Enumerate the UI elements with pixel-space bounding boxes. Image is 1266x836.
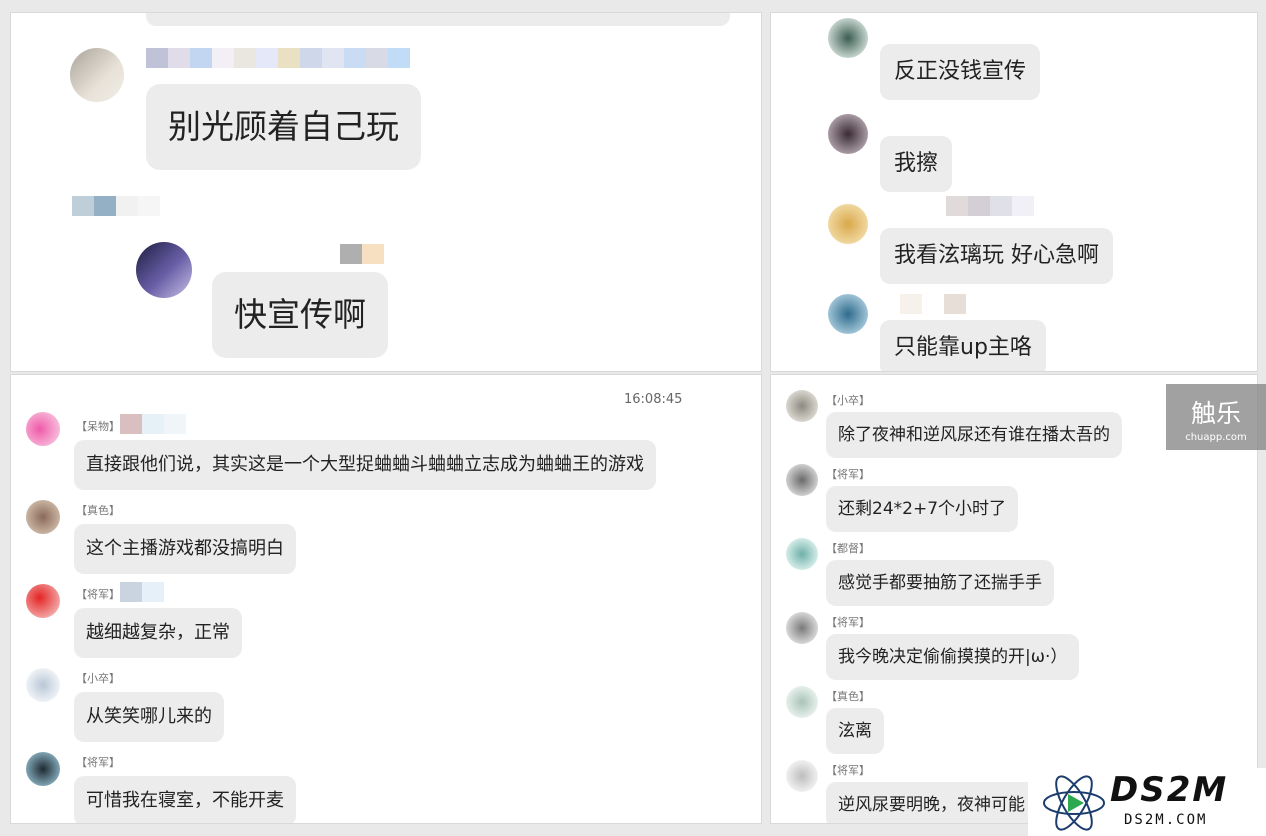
message-bubble: 快宣传啊 [212, 272, 388, 358]
avatar[interactable] [136, 242, 192, 298]
username-blurred [120, 582, 164, 602]
message-bubble: 别光顾着自己玩 [146, 84, 421, 170]
user-tag: 【将军】 [826, 616, 870, 629]
avatar[interactable] [70, 48, 124, 102]
avatar[interactable] [786, 390, 818, 422]
avatar[interactable] [786, 464, 818, 496]
timestamp: 16:08:45 [624, 392, 683, 407]
watermark-en: chuapp.com [1185, 432, 1247, 443]
chat-panel-bottom-left: 16:08:45 【呆物】 直接跟他们说，其实这是一个大型捉蛐蛐斗蛐蛐立志成为蛐… [10, 374, 762, 824]
user-tag: 【小卒】 [826, 394, 870, 407]
avatar[interactable] [26, 668, 60, 702]
username-blurred [340, 244, 384, 264]
chat-panel-top-left: 别光顾着自己玩 快宣传啊 [10, 12, 762, 372]
username-blurred [900, 294, 966, 314]
username-blurred [72, 196, 160, 216]
avatar[interactable] [786, 538, 818, 570]
chat-panel-top-right: 反正没钱宣传 我擦 我看泫璃玩 好心急啊 只能靠up主咯 [770, 12, 1258, 372]
message-bubble: 直接跟他们说，其实这是一个大型捉蛐蛐斗蛐蛐立志成为蛐蛐王的游戏 [74, 440, 656, 490]
user-tag: 【小卒】 [76, 672, 120, 685]
message-bubble-cut [146, 12, 730, 26]
avatar[interactable] [26, 752, 60, 786]
message-bubble: 这个主播游戏都没搞明白 [74, 524, 296, 574]
message-bubble: 只能靠up主咯 [880, 320, 1046, 372]
username-blurred [946, 196, 1034, 216]
avatar[interactable] [786, 760, 818, 792]
avatar[interactable] [26, 500, 60, 534]
message-bubble: 可惜我在寝室，不能开麦 [74, 776, 296, 824]
user-tag: 【都督】 [826, 542, 870, 555]
user-tag: 【真色】 [76, 504, 120, 517]
user-tag: 【将军】 [826, 468, 870, 481]
ds2m-logo: DS2M DS2M.COM [1028, 768, 1266, 836]
username-blurred [146, 48, 410, 68]
watermark-cn: 触乐 [1190, 399, 1241, 428]
avatar[interactable] [26, 412, 60, 446]
user-tag: 【呆物】 [76, 420, 120, 433]
username-blurred [120, 414, 186, 434]
message-bubble: 逆风尿要明晚，夜神可能 [826, 782, 1037, 824]
message-bubble: 我看泫璃玩 好心急啊 [880, 228, 1113, 284]
message-bubble: 反正没钱宣传 [880, 44, 1041, 100]
user-tag: 【将军】 [76, 588, 120, 601]
user-tag: 【真色】 [826, 690, 870, 703]
avatar[interactable] [828, 18, 868, 58]
message-bubble: 我擦 [880, 136, 953, 192]
message-bubble: 还剩24*2+7个小时了 [826, 486, 1019, 532]
message-bubble: 越细越复杂，正常 [74, 608, 242, 658]
atom-icon [1043, 775, 1105, 831]
avatar[interactable] [828, 114, 868, 154]
user-tag: 【将军】 [826, 764, 870, 777]
logo-text: DS2M [1110, 770, 1229, 810]
message-bubble: 泫离 [826, 708, 884, 754]
chuapp-watermark: 触乐 chuapp.com [1166, 384, 1266, 450]
avatar[interactable] [828, 294, 868, 334]
avatar[interactable] [828, 204, 868, 244]
message-bubble: 除了夜神和逆风尿还有谁在播太吾的 [826, 412, 1122, 458]
message-bubble: 感觉手都要抽筋了还揣手手 [826, 560, 1054, 606]
message-bubble: 从笑笑哪儿来的 [74, 692, 224, 742]
user-tag: 【将军】 [76, 756, 120, 769]
avatar[interactable] [786, 612, 818, 644]
logo-url: DS2M.COM [1124, 812, 1208, 828]
avatar[interactable] [26, 584, 60, 618]
message-bubble: 我今晚决定偷偷摸摸的开|ω·） [826, 634, 1080, 680]
avatar[interactable] [786, 686, 818, 718]
